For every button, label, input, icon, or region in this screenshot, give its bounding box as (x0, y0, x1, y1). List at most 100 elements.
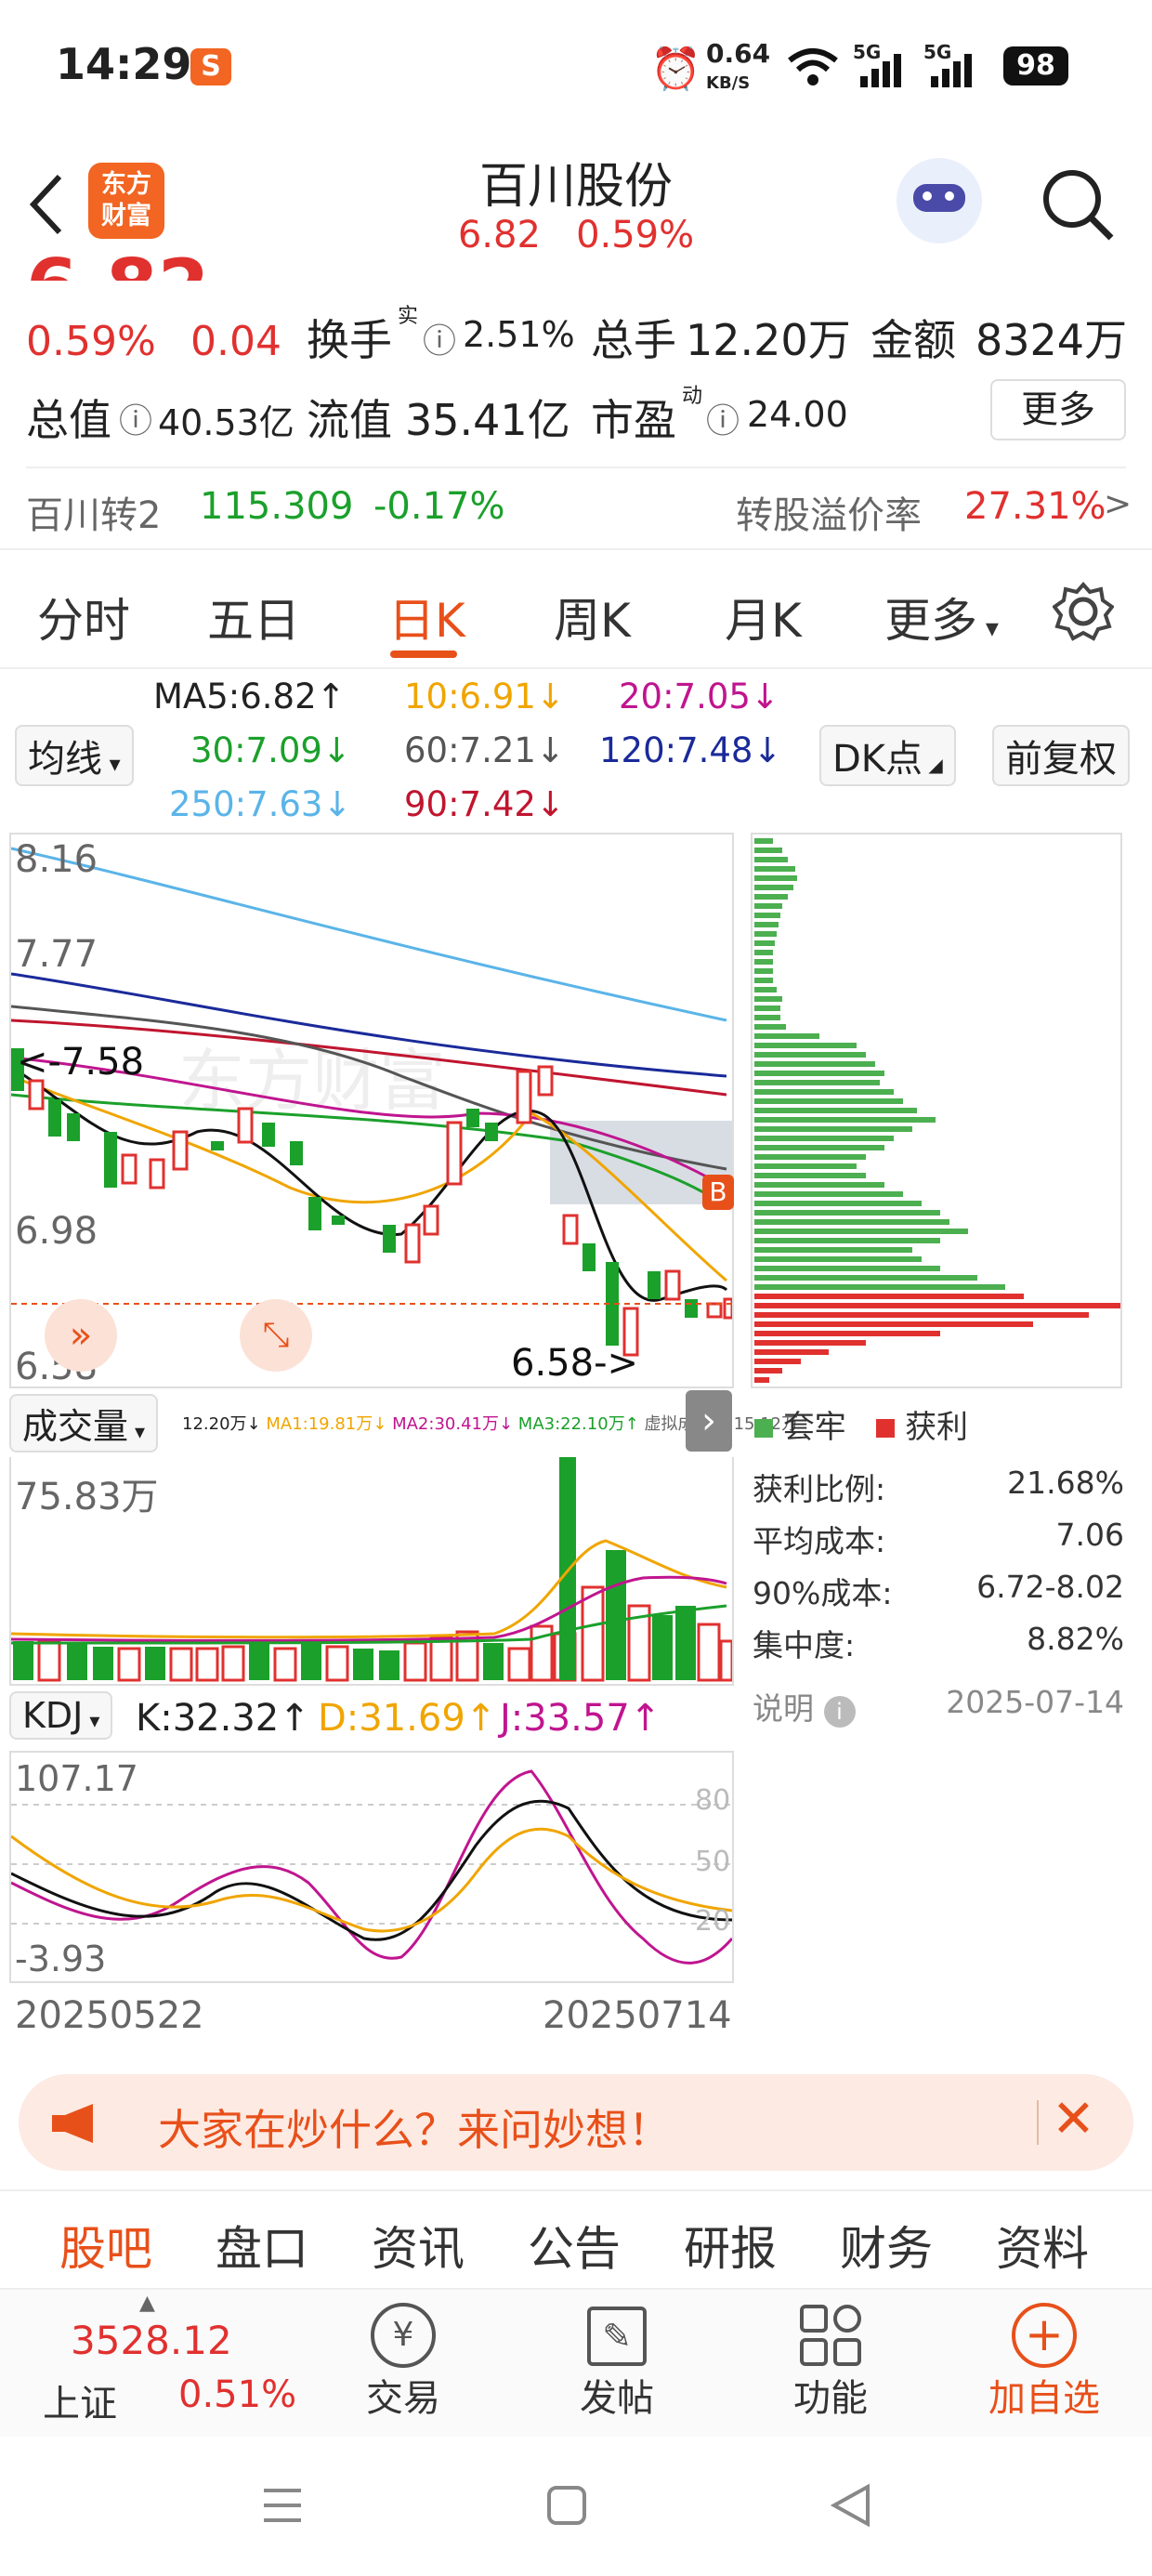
assistant-avatar[interactable] (897, 158, 982, 243)
search-icon[interactable] (1039, 165, 1117, 243)
status-bar: 14:29 S ⏰ 0.64 KB/S 5G 5G 98 (0, 0, 1152, 139)
tab-five-day[interactable]: 五日 (207, 584, 300, 651)
bond-price: 115.309 (200, 485, 354, 528)
volume-selector[interactable]: 成交量 ▾ (9, 1394, 159, 1452)
tab-announcements[interactable]: 公告 (528, 2212, 621, 2279)
tab-more[interactable]: 更多 ▾ (884, 584, 999, 651)
tab-timeshare[interactable]: 分时 (37, 584, 130, 651)
kdj-selector-label: KDJ (22, 1695, 84, 1736)
ask-banner[interactable]: 大家在炒什么？来问妙想！ ✕ (19, 2074, 1133, 2171)
adjust-button[interactable]: 前复权 (992, 725, 1130, 786)
kdj-d-value: D:31.69↑ (318, 1697, 497, 1740)
high-annotation: <-7.58 (17, 1041, 145, 1084)
logo-line-2: 财富 (101, 202, 151, 230)
signal-icon-1 (860, 54, 901, 87)
function-button[interactable]: 功能 (775, 2303, 886, 2422)
y-label-3: 6.98 (15, 1210, 98, 1253)
tab-monthly-k[interactable]: 月K (725, 584, 802, 651)
index-value: 3528.12 (71, 2318, 232, 2363)
turnover-label: 换手 (307, 315, 392, 365)
index-ticker[interactable]: 3528.12 上证 0.51% (28, 2318, 316, 2429)
trade-button[interactable]: ¥ 交易 (347, 2303, 459, 2422)
settings-gear-icon[interactable] (1053, 581, 1114, 642)
kline-chart[interactable]: 东方财富 8.16 7.77 6.98 6.58 <-7.58 6.58-> B… (9, 833, 734, 1388)
kdj-top-label: 107.17 (15, 1758, 138, 1799)
close-icon[interactable]: ✕ (1052, 2089, 1095, 2149)
ma60-value: 60:7.21↓ (404, 730, 565, 770)
app-notification-icon: S (190, 48, 231, 85)
dropdown-icon: ▾ (102, 751, 121, 777)
tab-panko[interactable]: 盘口 (216, 2212, 308, 2279)
dk-point-label: DK点 (832, 738, 923, 781)
chip-distribution-chart[interactable] (751, 833, 1122, 1388)
kdj-j-line (11, 1769, 732, 1965)
tab-weekly-k[interactable]: 周K (554, 584, 631, 651)
stat-value: 8.82% (1027, 1621, 1124, 1657)
chevron-right-icon: > (1104, 485, 1132, 523)
kdj-chart[interactable]: 107.17 -3.93 80 50 20 (9, 1751, 734, 1983)
info-icon[interactable]: ⓘ (423, 314, 456, 362)
chip-note-row[interactable]: 说明 i 2025-07-14 (753, 1684, 1124, 1728)
volume-chart[interactable]: 75.83万 (9, 1457, 734, 1686)
volume-label: 总手 (591, 315, 676, 365)
pe-sup: 动 (682, 385, 703, 408)
ma30-value: 30:7.09↓ (190, 730, 351, 770)
banner-text: 大家在炒什么？来问妙想！ (158, 2105, 671, 2155)
buy-point-marker[interactable]: B (702, 1175, 734, 1210)
ma-selector-label: 均线 (28, 738, 102, 781)
chip-legend: 套牢 获利 (754, 1401, 968, 1447)
logo-line-1: 东方 (101, 170, 151, 199)
stat-value: 7.06 (1055, 1517, 1124, 1553)
fullscreen-icon[interactable]: ⤡ (240, 1299, 312, 1372)
tab-finance[interactable]: 财务 (840, 2212, 933, 2279)
mktcap-value: 40.53亿 (158, 402, 295, 443)
stat-value: 21.68% (1007, 1465, 1124, 1501)
menu-icon[interactable] (260, 2483, 305, 2528)
home-icon[interactable] (546, 2485, 587, 2526)
expand-sidebar-icon[interactable]: » (45, 1299, 117, 1372)
footer-toolbar: ▲ 3528.12 上证 0.51% ¥ 交易 ✎ 发帖 功能 + 加自选 (0, 2288, 1152, 2437)
dk-point-button[interactable]: DK点 ◢ (819, 725, 956, 786)
corner-icon: ◢ (923, 754, 943, 776)
convertible-bond-row[interactable]: 百川转2 115.309 -0.17% 转股溢价率 27.31% > (0, 468, 1152, 548)
chip-stat-90-cost: 90%成本: 6.72-8.02 (753, 1569, 1124, 1613)
period-tabs: 分时 五日 日K 周K 月K 更多 ▾ (0, 548, 1152, 669)
turnover-value: 2.51% (463, 314, 575, 355)
back-nav-icon[interactable] (831, 2483, 871, 2528)
chip-bars-trapped (754, 838, 1005, 1290)
bond-name: 百川转2 (26, 494, 162, 537)
quote-change-abs: 0.04 (190, 318, 281, 365)
tab-news[interactable]: 资讯 (372, 2212, 465, 2279)
chip-stat-profit-ratio: 获利比例: 21.68% (753, 1465, 1124, 1509)
back-icon[interactable] (26, 172, 67, 237)
app-logo[interactable]: 东方 财富 (88, 163, 164, 239)
ma-selector[interactable]: 均线 ▾ (15, 725, 134, 786)
signal-icon-2 (931, 54, 972, 87)
post-button[interactable]: ✎ 发帖 (561, 2303, 673, 2422)
stock-name: 百川股份 (478, 159, 673, 215)
kdj-k-value: K:32.32↑ (136, 1697, 310, 1740)
expand-arrow-icon[interactable]: › (686, 1390, 732, 1452)
tab-daily-k[interactable]: 日K (388, 584, 465, 651)
tab-research[interactable]: 研报 (684, 2212, 777, 2279)
y-label-top: 8.16 (15, 838, 98, 881)
tab-guba[interactable]: 股吧 (59, 2212, 152, 2279)
volume-ma2: MA2:30.41万↓ (392, 1414, 514, 1434)
tab-more-label: 更多 (884, 594, 977, 648)
premium-label: 转股溢价率 (736, 494, 922, 537)
battery-indicator: 98 (1003, 46, 1068, 85)
ma250-line (11, 847, 727, 1022)
info-icon[interactable]: ⓘ (706, 394, 740, 442)
stat-label: 集中度: (753, 1627, 856, 1663)
post-label: 发帖 (580, 2377, 654, 2420)
info-icon[interactable]: ⓘ (119, 394, 152, 442)
ma120-value: 120:7.48↓ (599, 730, 782, 770)
kdj-selector[interactable]: KDJ ▾ (9, 1691, 113, 1740)
kdj-level-50: 50 (695, 1846, 731, 1878)
add-watchlist-button[interactable]: + 加自选 (979, 2303, 1109, 2422)
tab-profile[interactable]: 资料 (996, 2212, 1089, 2279)
chip-stat-concentration: 集中度: 8.82% (753, 1621, 1124, 1665)
ma250-value: 250:7.63↓ (169, 784, 352, 824)
kdj-bottom-label: -3.93 (15, 1939, 107, 1979)
more-button[interactable]: 更多 (990, 379, 1126, 440)
